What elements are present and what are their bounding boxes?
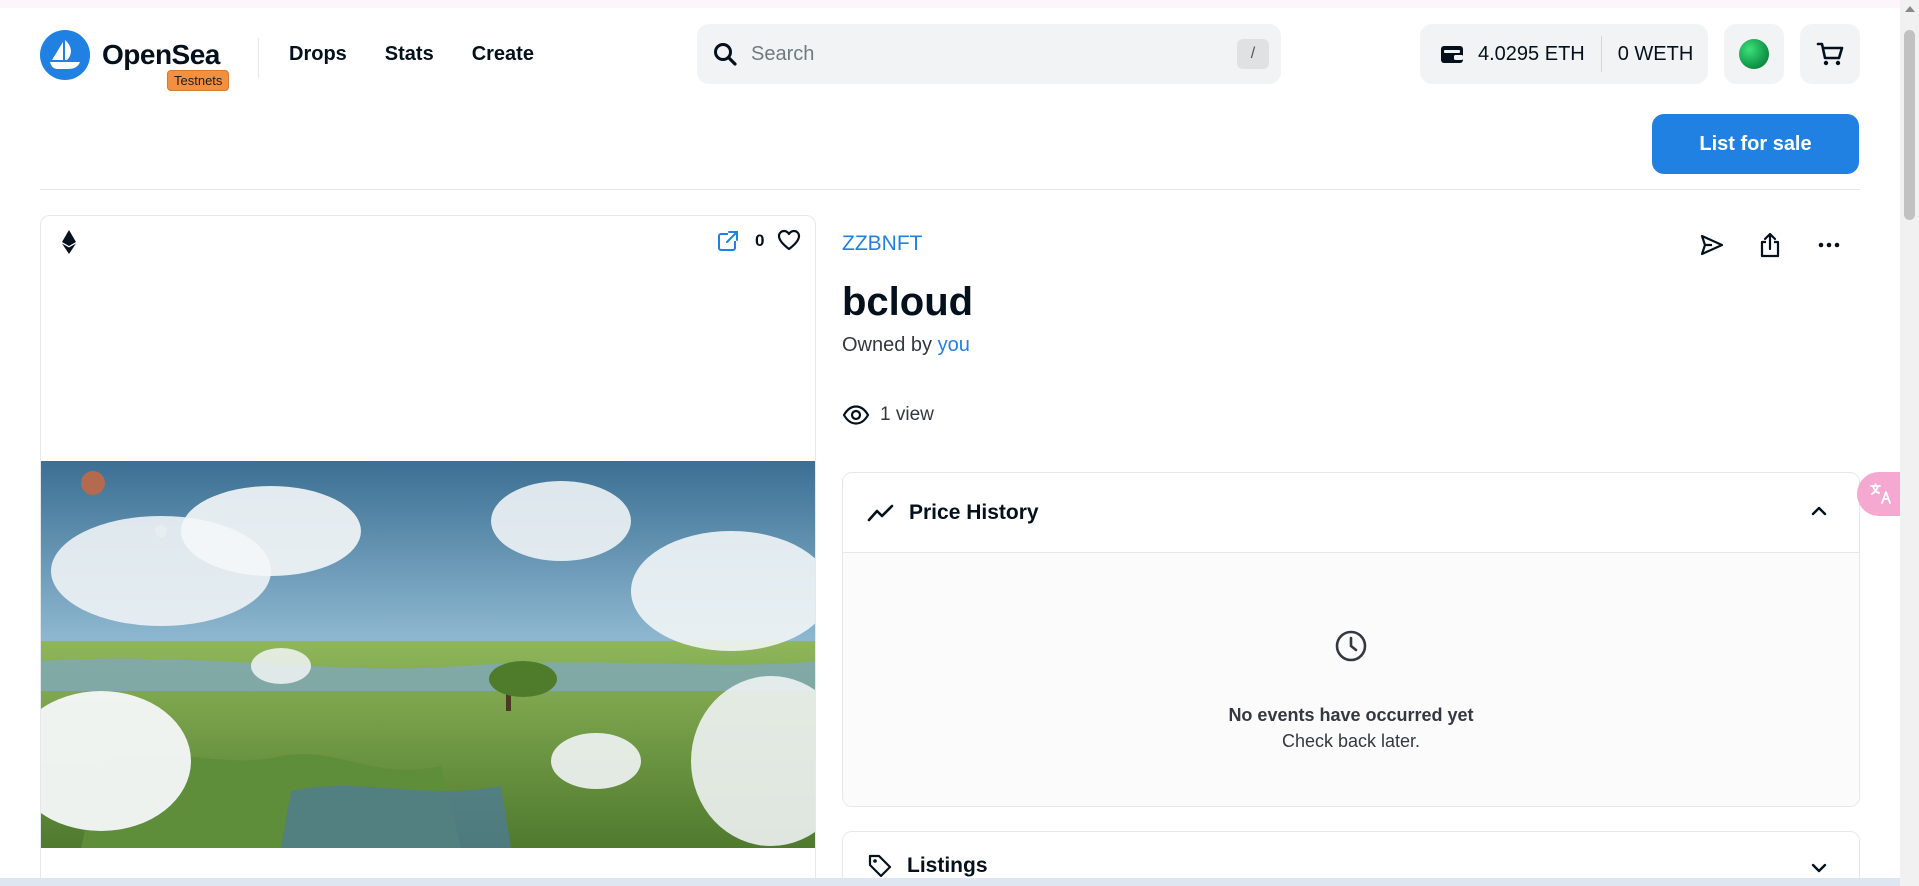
eye-icon <box>842 405 870 425</box>
price-history-title: Price History <box>909 500 1039 524</box>
view-count-label: 1 view <box>880 404 934 425</box>
translate-widget[interactable] <box>1857 472 1905 516</box>
price-history-header[interactable]: Price History <box>843 473 1859 553</box>
heart-icon[interactable] <box>777 229 801 251</box>
nav-create[interactable]: Create <box>472 43 534 66</box>
wallet-icon <box>1441 46 1463 63</box>
price-history-panel: Price History No events have occurred ye… <box>842 472 1860 807</box>
chevron-down-icon[interactable] <box>1809 858 1829 878</box>
wallet-divider <box>1600 36 1602 72</box>
tag-icon <box>868 854 892 878</box>
external-link-icon[interactable] <box>717 230 739 252</box>
testnets-badge: Testnets <box>167 70 230 91</box>
view-count: 1 view <box>842 404 934 426</box>
site-header: OpenSea Testnets Drops Stats Create / 4.… <box>0 8 1900 100</box>
price-history-body: No events have occurred yet Check back l… <box>843 553 1859 806</box>
chevron-up-icon[interactable] <box>1809 501 1829 521</box>
brand-name: OpenSea <box>102 39 220 70</box>
page-scrollbar[interactable] <box>1900 0 1919 886</box>
list-for-sale-button[interactable]: List for sale <box>1652 114 1859 174</box>
main-nav: Drops Stats Create <box>289 43 572 66</box>
scroll-up-arrow[interactable] <box>1905 6 1915 12</box>
top-strip <box>0 0 1919 8</box>
header-divider <box>258 38 259 78</box>
clock-icon <box>1335 630 1367 662</box>
opensea-logo-icon <box>40 30 90 80</box>
ethereum-icon <box>62 230 76 254</box>
search-input[interactable] <box>751 42 1221 66</box>
nav-drops[interactable]: Drops <box>289 43 347 66</box>
toolbar-divider <box>40 189 1860 190</box>
empty-state-subtitle: Check back later. <box>1281 731 1421 751</box>
profile-button[interactable] <box>1724 24 1784 84</box>
collection-link[interactable]: ZZBNFT <box>842 232 922 256</box>
avatar <box>1739 39 1769 69</box>
translate-icon <box>1870 483 1891 504</box>
item-title: bcloud <box>842 280 974 324</box>
trend-icon <box>867 504 894 521</box>
owner-line: Owned by you <box>842 334 970 357</box>
weth-balance: 0 WETH <box>1617 42 1694 65</box>
wallet-balance[interactable]: 4.0295 ETH 0 WETH <box>1420 24 1708 84</box>
owner-prefix: Owned by <box>842 334 933 356</box>
more-icon[interactable] <box>1817 232 1841 258</box>
scroll-thumb[interactable] <box>1904 30 1915 220</box>
search-shortcut-key: / <box>1237 39 1269 69</box>
share-icon[interactable] <box>1758 232 1782 258</box>
favorite-count: 0 <box>755 231 765 250</box>
card-toolbar: 0 <box>41 216 815 266</box>
bottom-edge <box>0 878 1900 886</box>
nft-artwork[interactable] <box>41 461 816 848</box>
search-bar[interactable]: / <box>697 24 1281 84</box>
send-icon[interactable] <box>1699 232 1725 258</box>
search-icon <box>714 43 737 66</box>
empty-state-title: No events have occurred yet <box>1228 705 1474 725</box>
cart-icon <box>1816 42 1844 66</box>
nft-image-card: 0 <box>40 215 816 886</box>
cart-button[interactable] <box>1800 24 1860 84</box>
nav-stats[interactable]: Stats <box>385 43 434 66</box>
eth-balance: 4.0295 ETH <box>1478 42 1585 65</box>
listings-title: Listings <box>907 854 988 877</box>
owner-link[interactable]: you <box>938 334 970 356</box>
